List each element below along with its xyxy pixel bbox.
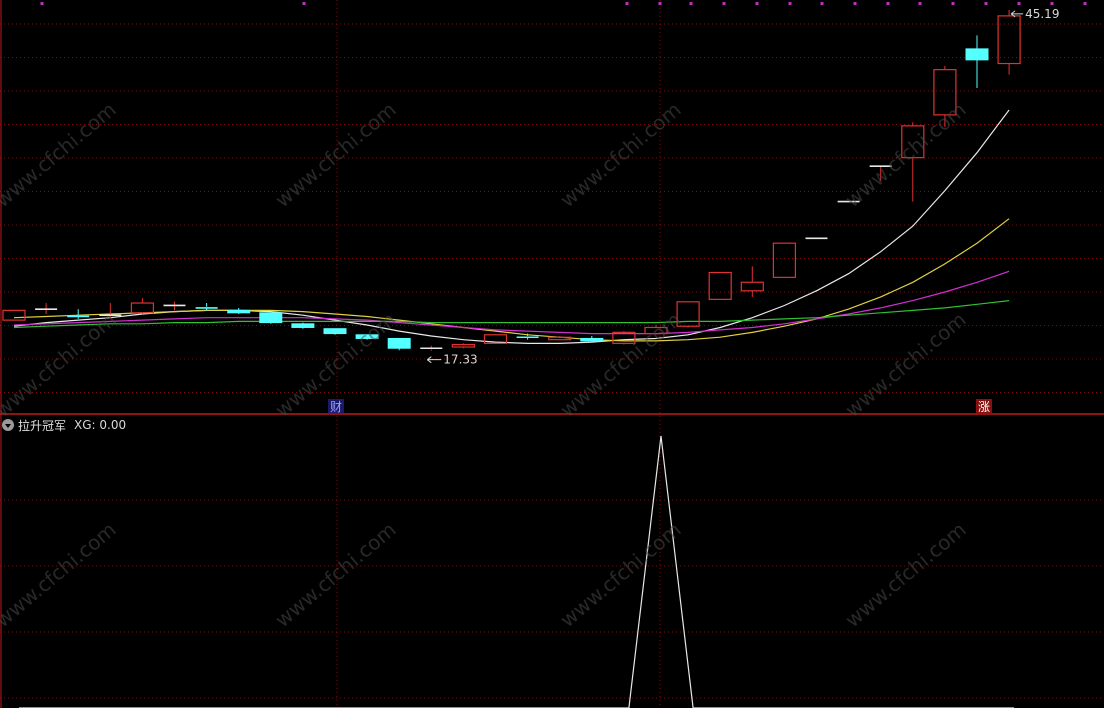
watermarks: www.cfchi.com www.cfchi.com www.cfchi.com w… xyxy=(0,97,971,632)
candle[interactable] xyxy=(323,328,347,335)
moving-averages xyxy=(13,109,1010,344)
watermark-text: www.cfchi.com xyxy=(840,97,970,212)
watermark-text: www.cfchi.com xyxy=(840,307,970,422)
candle-body xyxy=(740,281,764,292)
grid xyxy=(0,0,1104,708)
candle-body xyxy=(2,309,26,321)
candle-body xyxy=(323,328,347,335)
chart-canvas[interactable]: 45.19 17.33 财 涨 www.cfchi.com www.cfchi.c… xyxy=(0,0,1104,708)
candle[interactable] xyxy=(291,322,315,329)
top-dot xyxy=(302,2,306,5)
low-price-arrow xyxy=(427,356,442,364)
indicator-header: 拉升冠军 XG: 0.00 xyxy=(2,416,126,434)
watermark-text: www.cfchi.com xyxy=(840,517,970,632)
top-dot xyxy=(853,2,857,5)
watermark-text: www.cfchi.com xyxy=(270,97,400,212)
candle[interactable] xyxy=(163,301,186,311)
candle-body xyxy=(580,337,604,342)
candle-body xyxy=(965,48,989,61)
indicator-name[interactable]: 拉升冠军 xyxy=(18,417,66,434)
candle[interactable] xyxy=(708,271,732,300)
top-dot xyxy=(689,2,693,5)
candle-body xyxy=(772,242,797,278)
finance-marker[interactable]: 财 xyxy=(330,400,342,414)
candle-body xyxy=(291,323,315,328)
top-dot xyxy=(788,2,792,5)
top-dot xyxy=(658,2,662,5)
indicator-signal-line xyxy=(19,435,1015,708)
top-dot xyxy=(1083,2,1087,5)
top-dot xyxy=(1050,2,1054,5)
top-dot xyxy=(625,2,629,5)
top-dot xyxy=(820,2,824,5)
candle-body xyxy=(227,309,251,314)
top-dot xyxy=(984,2,988,5)
candle[interactable] xyxy=(35,303,58,315)
ma-line xyxy=(13,270,1010,335)
candle[interactable] xyxy=(772,242,797,278)
candle[interactable] xyxy=(420,345,443,351)
annotations: 45.19 17.33 财 涨 xyxy=(328,7,1059,414)
low-price-label: 17.33 xyxy=(443,353,477,367)
candle-body xyxy=(548,336,572,341)
candle[interactable] xyxy=(2,309,26,321)
candle-body xyxy=(387,337,411,349)
top-dot xyxy=(951,2,955,5)
candle[interactable] xyxy=(67,309,90,319)
top-dot xyxy=(886,2,890,5)
candle[interactable] xyxy=(195,303,218,311)
watermark-text: www.cfchi.com xyxy=(0,517,121,632)
candle[interactable] xyxy=(259,312,283,324)
top-dot xyxy=(918,2,922,5)
indicator-value: XG: 0.00 xyxy=(74,418,127,432)
watermark-text: www.cfchi.com xyxy=(555,307,685,422)
candle[interactable] xyxy=(965,35,989,88)
high-price-label: 45.19 xyxy=(1025,7,1059,21)
candle[interactable] xyxy=(580,336,604,343)
candle[interactable] xyxy=(227,307,251,315)
watermark-text: www.cfchi.com xyxy=(270,517,400,632)
candle-body xyxy=(997,15,1021,65)
candle-body xyxy=(259,312,283,324)
top-dot xyxy=(722,2,726,5)
watermark-text: www.cfchi.com xyxy=(555,97,685,212)
candle[interactable] xyxy=(130,298,154,315)
top-dot xyxy=(755,2,759,5)
indicator-panel xyxy=(19,435,1015,708)
stock-chart: 45.19 17.33 财 涨 www.cfchi.com www.cfchi.c… xyxy=(0,0,1104,708)
limit-up-marker[interactable]: 涨 xyxy=(978,399,990,414)
candle-body xyxy=(708,271,732,300)
watermark-text: www.cfchi.com xyxy=(0,97,121,212)
candle-body xyxy=(451,343,475,348)
candle-body xyxy=(130,302,154,314)
ma-line xyxy=(13,109,1010,344)
candle[interactable] xyxy=(997,9,1021,75)
chevron-down-icon[interactable] xyxy=(2,419,14,431)
watermark-text: www.cfchi.com xyxy=(555,517,685,632)
candle[interactable] xyxy=(387,337,411,351)
candle[interactable] xyxy=(451,343,475,349)
top-dot xyxy=(40,2,44,5)
top-dots xyxy=(40,2,1087,5)
top-dot xyxy=(1017,2,1021,5)
